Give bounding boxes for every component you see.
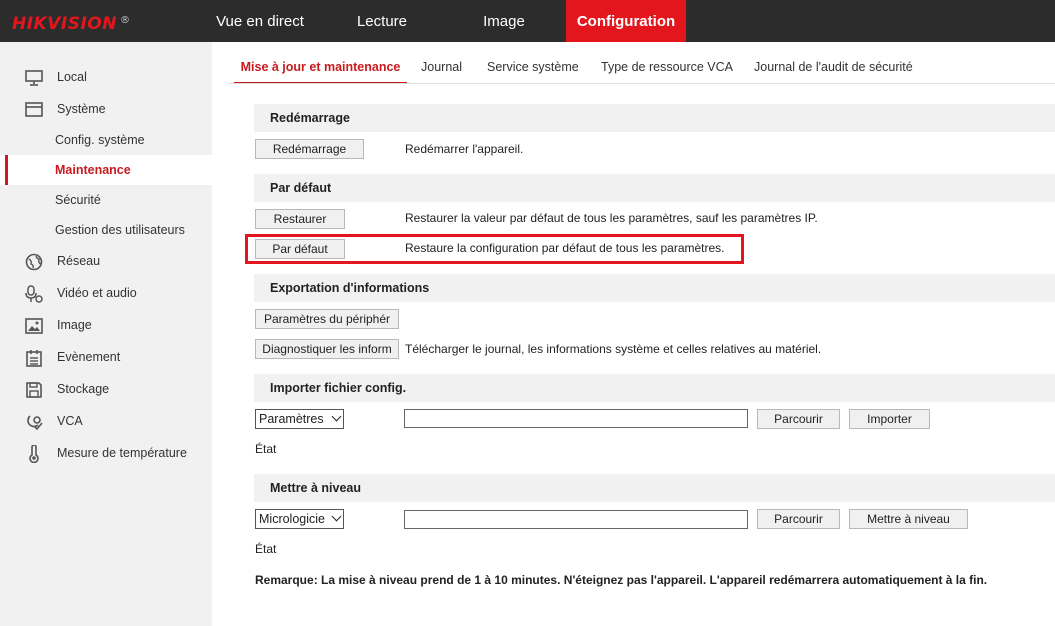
tab-log[interactable]: Journal: [421, 54, 462, 84]
upgrade-file-path-input[interactable]: [404, 510, 748, 529]
calendar-icon: [26, 350, 42, 367]
sidebar-item-system[interactable]: Système: [0, 94, 212, 124]
import-type-select[interactable]: Paramètres: [255, 409, 344, 429]
upgrade-type-select[interactable]: Micrologicie: [255, 509, 344, 529]
diagnostic-info-export-button[interactable]: Diagnostiquer les inform: [255, 339, 399, 359]
import-type-value: Paramètres: [259, 412, 324, 426]
upgrade-remark: Remarque: La mise à niveau prend de 1 à …: [255, 573, 988, 587]
sidebar-item-label: Image: [57, 318, 92, 332]
section-header-upgrade: Mettre à niveau: [254, 474, 1055, 502]
import-file-path-input[interactable]: [404, 409, 748, 428]
restore-description: Restaurer la valeur par défaut de tous l…: [405, 211, 818, 225]
microphone-camera-icon: [25, 285, 43, 303]
upgrade-status-label: État: [255, 542, 277, 556]
sidebar-item-label: Gestion des utilisateurs: [55, 223, 185, 237]
sidebar-item-label: Vidéo et audio: [57, 286, 137, 300]
sidebar-item-event[interactable]: Evènement: [0, 342, 212, 372]
sidebar: Local Système Config. système Maintenanc…: [0, 42, 212, 626]
sidebar-item-label: VCA: [57, 414, 83, 428]
chevron-down-icon: [331, 411, 342, 422]
tab-system-service[interactable]: Service système: [487, 54, 579, 84]
chevron-down-icon: [331, 511, 342, 522]
sidebar-item-label: Sécurité: [55, 193, 101, 207]
globe-icon: [25, 253, 43, 271]
vca-icon: [27, 415, 43, 431]
brand-name: HIKVISION: [12, 14, 117, 34]
upgrade-browse-button[interactable]: Parcourir: [757, 509, 840, 529]
sidebar-subitem-security[interactable]: Sécurité: [0, 185, 212, 215]
nav-playback[interactable]: Lecture: [340, 0, 424, 42]
sidebar-item-vca[interactable]: VCA: [0, 406, 212, 436]
tab-security-audit-log[interactable]: Journal de l'audit de sécurité: [754, 54, 913, 84]
nav-live-view[interactable]: Vue en direct: [206, 0, 314, 42]
section-header-import-config: Importer fichier config.: [254, 374, 1055, 402]
section-header-reboot: Redémarrage: [254, 104, 1055, 132]
reboot-button[interactable]: Redémarrage: [255, 139, 364, 159]
system-window-icon: [25, 102, 43, 117]
monitor-icon: [25, 70, 43, 86]
diagnostic-description: Télécharger le journal, les informations…: [405, 342, 822, 356]
sidebar-item-label: Config. système: [55, 133, 145, 147]
brand-logo: HIKVISION ®: [12, 10, 131, 34]
section-header-export-info: Exportation d'informations: [254, 274, 1055, 302]
sidebar-item-storage[interactable]: Stockage: [0, 374, 212, 404]
sidebar-item-label: Local: [57, 70, 87, 84]
reboot-description: Redémarrer l'appareil.: [405, 142, 524, 156]
sidebar-item-network[interactable]: Réseau: [0, 246, 212, 276]
sidebar-item-video-audio[interactable]: Vidéo et audio: [0, 278, 212, 308]
import-status-label: État: [255, 442, 277, 456]
brand-registered-mark: ®: [119, 15, 131, 26]
nav-configuration[interactable]: Configuration: [566, 0, 686, 42]
floppy-disk-icon: [26, 382, 42, 398]
thermometer-icon: [29, 445, 39, 463]
restore-button[interactable]: Restaurer: [255, 209, 345, 229]
sidebar-item-label: Stockage: [57, 382, 110, 396]
sidebar-item-image[interactable]: Image: [0, 310, 212, 340]
image-icon: [25, 318, 43, 334]
sidebar-item-label: Maintenance: [55, 163, 131, 177]
annotation-highlight-box: [245, 234, 744, 264]
import-button[interactable]: Importer: [849, 409, 930, 429]
upgrade-button[interactable]: Mettre à niveau: [849, 509, 968, 529]
sidebar-subitem-user-management[interactable]: Gestion des utilisateurs: [0, 215, 212, 245]
device-parameters-export-button[interactable]: Paramètres du périphér: [255, 309, 399, 329]
section-header-default: Par défaut: [254, 174, 1055, 202]
top-navigation-bar: HIKVISION ® Vue en direct Lecture Image C…: [0, 0, 1055, 42]
sidebar-subitem-maintenance[interactable]: Maintenance: [0, 155, 212, 185]
tab-upgrade-maintenance[interactable]: Mise à jour et maintenance: [234, 54, 407, 84]
sidebar-item-label: Réseau: [57, 254, 101, 268]
sidebar-item-local[interactable]: Local: [0, 62, 212, 92]
import-browse-button[interactable]: Parcourir: [757, 409, 840, 429]
nav-image[interactable]: Image: [466, 0, 542, 42]
sidebar-item-label: Système: [57, 102, 106, 116]
sidebar-subitem-system-config[interactable]: Config. système: [0, 125, 212, 155]
sidebar-item-label: Mesure de température: [57, 446, 187, 460]
upgrade-type-value: Micrologicie: [259, 512, 325, 526]
sidebar-item-temperature[interactable]: Mesure de température: [0, 438, 212, 468]
sidebar-item-label: Evènement: [57, 350, 121, 364]
tab-vca-resource-type[interactable]: Type de ressource VCA: [601, 54, 733, 84]
tab-divider: [228, 83, 1055, 84]
